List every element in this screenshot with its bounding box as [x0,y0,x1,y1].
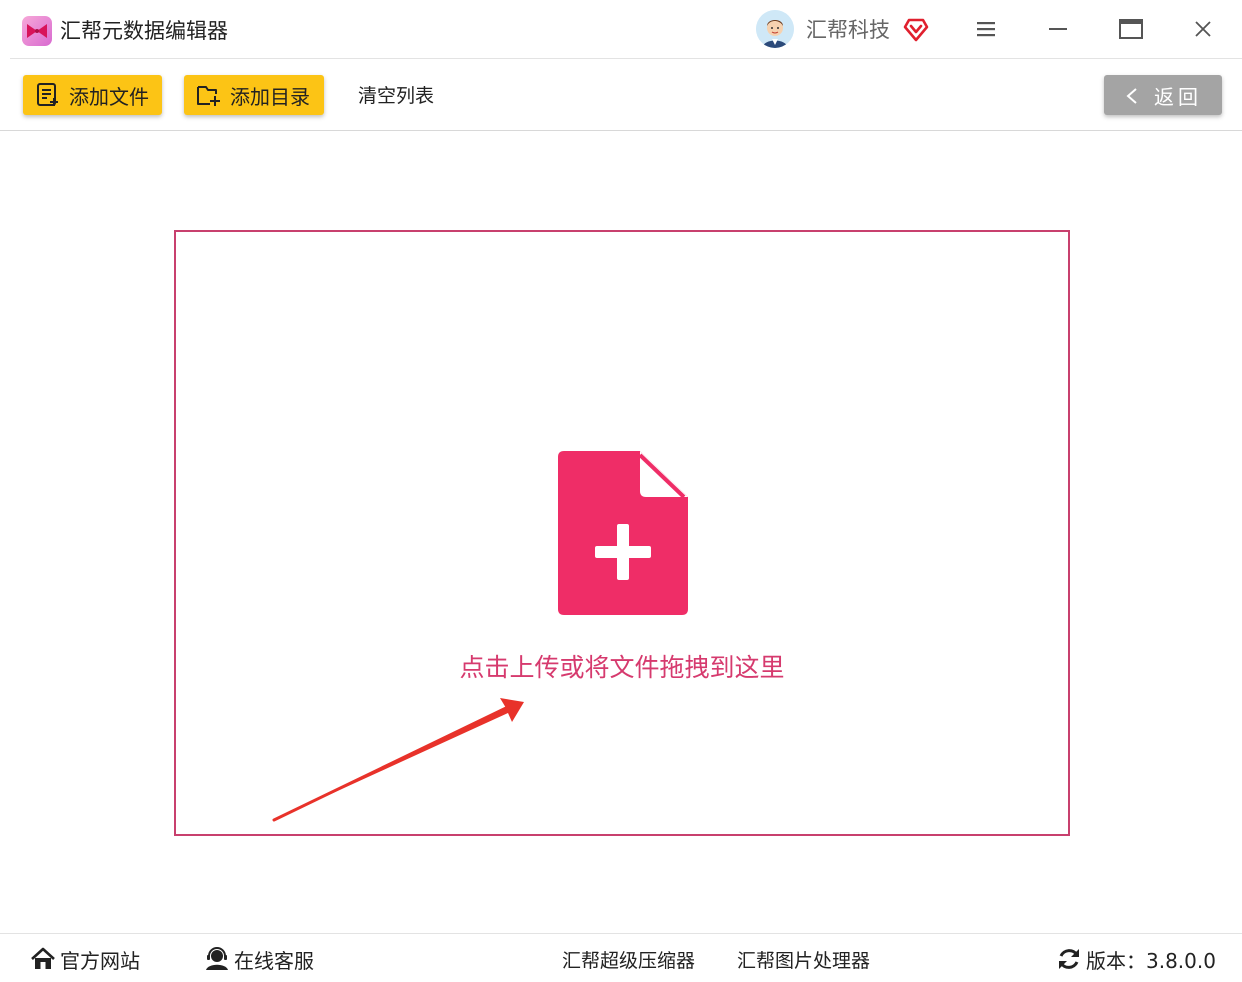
version-label: 版本：3.8.0.0 [1086,948,1216,973]
back-button[interactable]: 返回 [1104,75,1222,115]
app-logo-icon [22,16,52,46]
back-label: 返回 [1154,84,1202,109]
add-file-button[interactable]: 添加文件 [23,75,162,115]
image-processor-link[interactable]: 汇帮图片处理器 [737,944,870,974]
add-file-icon [35,82,61,108]
company-name: 汇帮科技 [806,18,890,42]
title-divider [10,58,1242,59]
toolbar-divider [0,130,1242,131]
minimize-icon[interactable] [1043,14,1073,44]
avatar[interactable] [756,10,794,48]
clear-list-button[interactable]: 清空列表 [358,82,434,110]
close-icon[interactable] [1188,14,1218,44]
add-folder-button[interactable]: 添加目录 [184,75,324,115]
home-icon [30,946,56,972]
menu-icon[interactable] [971,14,1001,44]
app-title: 汇帮元数据编辑器 [60,19,228,43]
vip-heart-icon[interactable] [902,15,930,43]
add-file-label: 添加文件 [69,84,149,109]
version-info[interactable]: 版本：3.8.0.0 [1056,944,1216,974]
customer-service-icon [204,946,230,972]
add-folder-icon [196,82,222,108]
compressor-link[interactable]: 汇帮超级压缩器 [562,944,695,974]
title-bar: 汇帮元数据编辑器 汇帮科技 [0,0,1242,58]
user-area[interactable]: 汇帮科技 [756,10,930,48]
drop-prompt: 点击上传或将文件拖拽到这里 [459,653,785,682]
official-website-link[interactable]: 官方网站 [30,944,140,974]
maximize-icon[interactable] [1116,14,1146,44]
add-file-plus-icon[interactable] [558,451,688,617]
footer-divider [0,933,1242,934]
app-window: 汇帮元数据编辑器 汇帮科技 添加文件 添加目录 清空列表 返回 点击上传或将文件… [0,0,1242,982]
add-folder-label: 添加目录 [230,84,310,109]
chevron-left-icon [1124,86,1140,104]
official-website-label: 官方网站 [60,948,140,973]
file-drop-zone[interactable]: 点击上传或将文件拖拽到这里 [174,230,1070,836]
online-support-link[interactable]: 在线客服 [204,944,314,974]
refresh-icon[interactable] [1056,946,1082,972]
online-support-label: 在线客服 [234,948,314,973]
